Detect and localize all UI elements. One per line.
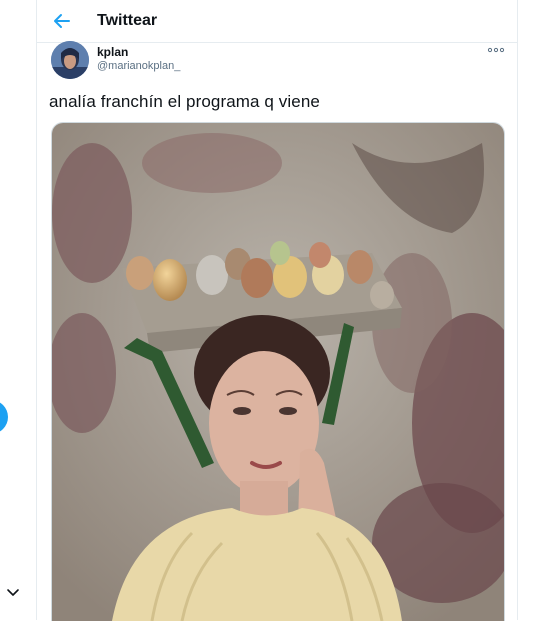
tweet-text: analía franchín el programa q viene (49, 92, 320, 111)
top-header: Twittear (37, 0, 517, 43)
author-name[interactable]: kplan (97, 45, 128, 59)
photo-woman-egg-tray (52, 123, 504, 621)
more-horizontal-icon[interactable] (487, 45, 505, 55)
page-title: Twittear (97, 12, 158, 29)
tweet-author-row: kplan @marianokplan_ (37, 41, 517, 87)
arrow-left-icon[interactable] (51, 10, 73, 32)
compose-button[interactable] (0, 400, 8, 434)
author-handle[interactable]: @marianokplan_ (97, 60, 180, 72)
chevron-down-icon[interactable] (4, 584, 22, 602)
tweet-media-image[interactable] (51, 122, 505, 621)
left-rail (0, 0, 36, 620)
avatar[interactable] (51, 41, 89, 79)
main-column: Twittear kplan @marianokplan_ analía fra… (36, 0, 518, 621)
